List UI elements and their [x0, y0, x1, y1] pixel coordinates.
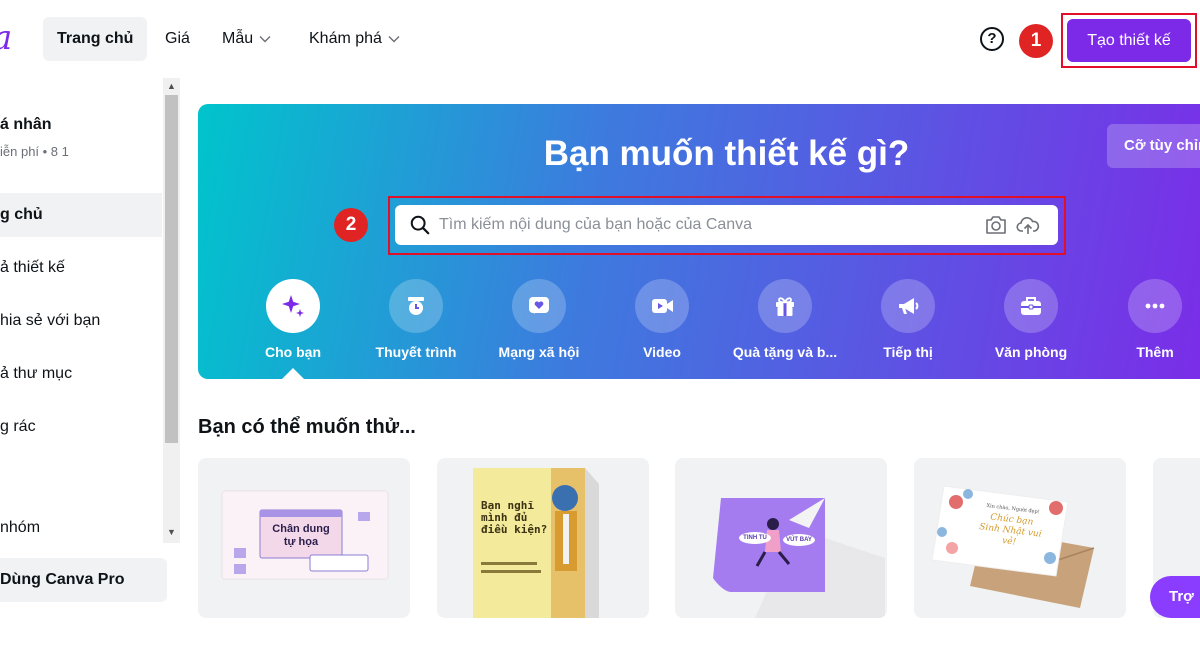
canva-pro-button[interactable]: Dùng Canva Pro: [0, 558, 167, 602]
nav-templates[interactable]: Mẫu: [208, 17, 285, 61]
category-video[interactable]: Video: [602, 279, 722, 360]
category-office[interactable]: Văn phòng: [971, 279, 1091, 360]
nav-pricing[interactable]: Giá: [151, 17, 204, 61]
presentation-icon: [389, 279, 443, 333]
create-button-highlight: Tạo thiết kế: [1061, 13, 1197, 68]
more-icon: [1128, 279, 1182, 333]
gift-icon: [758, 279, 812, 333]
category-gifts[interactable]: Quà tặng và b...: [725, 279, 845, 360]
nav-discover-label: Khám phá: [309, 30, 382, 48]
sidebar-item-label: ả thiết kế: [0, 259, 65, 276]
category-label: Tiếp thị: [883, 344, 933, 360]
nav-pricing-label: Giá: [165, 30, 190, 47]
heart-icon: [512, 279, 566, 333]
category-label: Văn phòng: [994, 344, 1068, 360]
search-highlight: [388, 196, 1066, 255]
sidebar-item-label: g chủ: [0, 206, 43, 223]
team-subtitle: iễn phí • 8 1: [0, 144, 69, 159]
category-label: Quà tặng và b...: [732, 344, 838, 360]
camera-icon[interactable]: [984, 214, 1008, 236]
poster-thumbnail: [473, 468, 599, 618]
sidebar-item-label: g rác: [0, 418, 36, 435]
search-input[interactable]: [439, 205, 959, 245]
nav-templates-label: Mẫu: [222, 30, 254, 48]
scrollbar-thumb[interactable]: [165, 95, 178, 443]
upload-cloud-icon[interactable]: [1016, 214, 1040, 236]
search-icon: [410, 215, 430, 235]
category-label: Video: [643, 344, 681, 360]
nav-discover[interactable]: Khám phá: [295, 17, 414, 61]
annotation-badge-2: 2: [334, 208, 368, 242]
sticker-thumbnail: [713, 498, 885, 618]
card-text: VÚT BAY: [786, 537, 812, 543]
scroll-down-icon[interactable]: ▼: [163, 524, 180, 541]
category-presentation[interactable]: Thuyết trình: [356, 279, 476, 360]
category-label: Cho bạn: [265, 344, 321, 360]
create-design-button[interactable]: Tạo thiết kế: [1067, 19, 1191, 62]
category-label: Mạng xã hội: [498, 344, 580, 360]
category-label: Thêm: [1136, 344, 1174, 360]
sidebar-item-label: nhóm: [0, 519, 41, 536]
nav-home[interactable]: Trang chủ: [43, 17, 148, 61]
hero-title: Bạn muốn thiết kế gì?: [543, 134, 910, 173]
top-navigation: a Trang chủ Giá Mẫu Khám phá ? 1 Tạo thi…: [0, 0, 1200, 78]
custom-size-button[interactable]: Cỡ tùy chỉnh: [1107, 124, 1200, 168]
sidebar-item-trash[interactable]: g rác: [0, 405, 162, 449]
briefcase-icon: [1004, 279, 1058, 333]
category-social-media[interactable]: Mạng xã hội: [479, 279, 599, 360]
canva-logo[interactable]: a: [0, 18, 12, 58]
sidebar-item-label: ả thư mục: [0, 365, 73, 382]
sidebar-item-shared[interactable]: hia sẻ với bạn: [0, 299, 162, 343]
suggestion-card-birthday[interactable]: Xin chào, Người đẹp! Chúc bạn Sinh Nhật …: [914, 458, 1126, 618]
active-category-pointer: [282, 368, 304, 379]
annotation-badge-1: 1: [1019, 24, 1053, 58]
card-text: Chân dung: [272, 523, 330, 535]
chevron-down-icon: [259, 17, 271, 61]
category-marketing[interactable]: Tiếp thị: [848, 279, 968, 360]
video-icon: [635, 279, 689, 333]
sidebar-item-folders[interactable]: ả thư mục: [0, 352, 162, 396]
sidebar-item-home[interactable]: g chủ: [0, 193, 162, 237]
card-text: TINH TÚ: [743, 535, 767, 541]
card-text: điều kiện?: [481, 523, 548, 536]
category-label: Thuyết trình: [375, 344, 457, 360]
help-icon[interactable]: ?: [980, 27, 1004, 51]
category-more[interactable]: Thêm: [1095, 279, 1200, 360]
sparkles-icon: [266, 279, 320, 333]
sidebar-item-all-designs[interactable]: ả thiết kế: [0, 246, 162, 290]
suggestion-card-poster[interactable]: Bạn nghĩ mình đủ điều kiện?: [437, 458, 649, 618]
scroll-up-icon[interactable]: ▲: [163, 78, 180, 95]
suggestion-card-self-portrait[interactable]: Chân dung tự họa: [198, 458, 410, 618]
sidebar: á nhân iễn phí • 8 1 g chủ ả thiết kế hi…: [0, 78, 180, 630]
suggestions-title: Bạn có thể muốn thử...: [198, 416, 416, 438]
help-button[interactable]: Trợ giúp: [1150, 576, 1200, 647]
sidebar-item-label: hia sẻ với bạn: [0, 312, 101, 329]
team-name[interactable]: á nhân: [0, 116, 52, 134]
megaphone-icon: [881, 279, 935, 333]
sidebar-item-team[interactable]: nhóm: [0, 506, 162, 550]
category-for-you[interactable]: Cho bạn: [233, 279, 353, 360]
card-text: tự họa: [283, 536, 319, 548]
suggestion-card-sticker[interactable]: TINH TÚ VÚT BAY: [675, 458, 887, 618]
nav-home-label: Trang chủ: [57, 30, 134, 47]
category-row: Cho bạn Thuyết trình Mạng xã hội Video Q…: [198, 279, 1200, 379]
chevron-down-icon: [388, 17, 400, 61]
search-box: [395, 205, 1058, 245]
